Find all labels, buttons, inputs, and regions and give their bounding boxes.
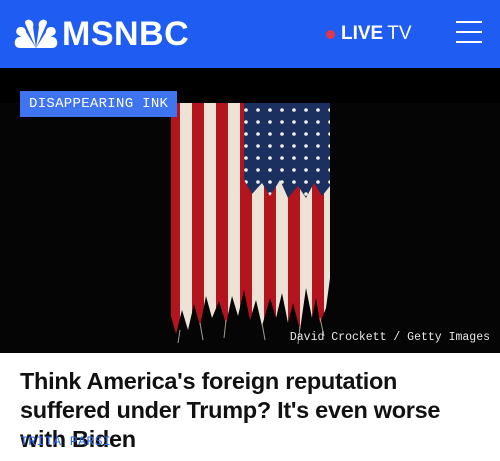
tv-label: TV bbox=[387, 23, 412, 44]
image-credit: David Crockett / Getty Images bbox=[289, 331, 490, 344]
article-author[interactable]: TRITA PARSI bbox=[20, 434, 111, 449]
article-hero-image[interactable]: DISAPPEARING INK David Crockett / Getty … bbox=[0, 68, 500, 353]
live-label: LIVE bbox=[341, 23, 384, 44]
live-tv-link[interactable]: LIVE TV bbox=[326, 22, 412, 46]
msnbc-logo[interactable]: MSNBC bbox=[14, 14, 189, 54]
peacock-icon bbox=[14, 19, 58, 48]
section-tag[interactable]: DISAPPEARING INK bbox=[20, 91, 178, 117]
brand-name: MSNBC bbox=[62, 15, 190, 53]
top-navigation-bar: MSNBC LIVE TV bbox=[0, 0, 500, 68]
hamburger-menu-icon[interactable] bbox=[456, 19, 482, 45]
live-indicator-dot bbox=[326, 29, 335, 39]
